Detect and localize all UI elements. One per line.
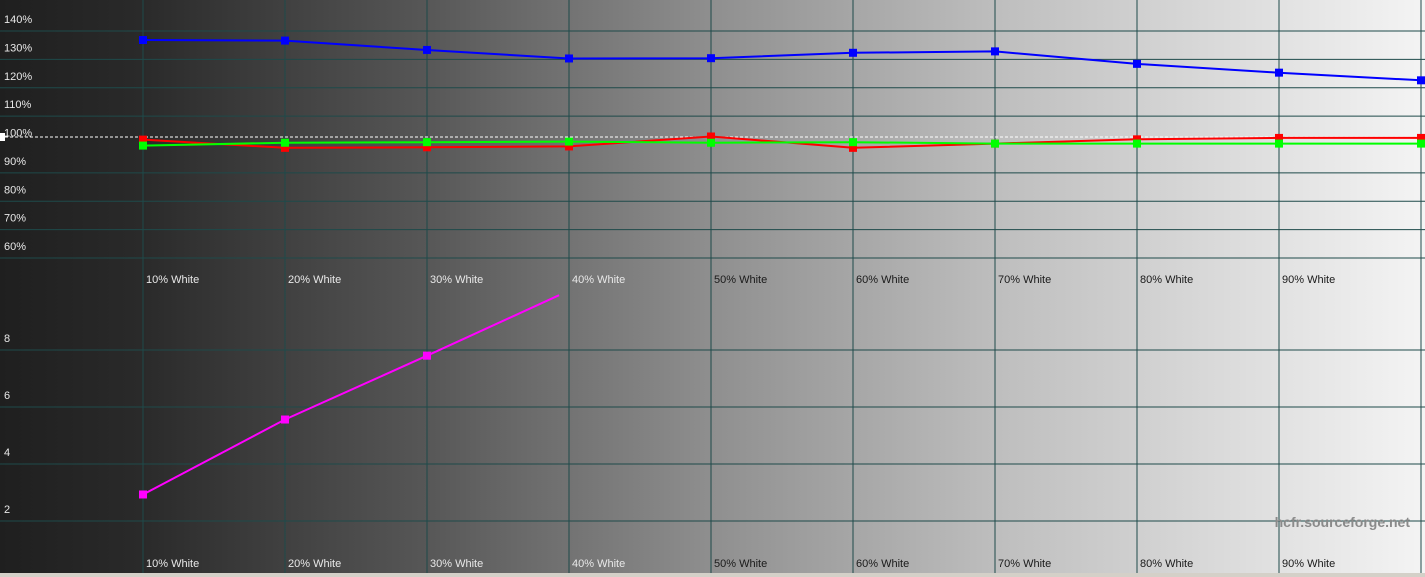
data-point-marker [423,138,431,147]
data-point-marker [707,138,715,147]
y-tick-label: 60% [4,241,26,253]
y-tick-label: 6 [4,390,10,402]
y-tick-label: 4 [4,447,10,459]
y-tick-label: 8 [4,333,10,345]
y-tick-label: 2 [4,504,10,516]
data-point-marker [281,138,289,147]
x-category-label: 80% White [1140,558,1193,570]
data-point-marker [991,47,999,56]
data-point-marker [1133,139,1141,148]
x-category-label: 80% White [1140,274,1193,286]
watermark-text: hcfr.sourceforge.net [1275,514,1411,530]
data-point-marker [991,139,999,148]
x-category-label: 40% White [572,558,625,570]
x-category-label: 60% White [856,274,909,286]
data-point-marker [565,137,573,146]
x-category-label: 50% White [714,274,767,286]
x-category-label: 40% White [572,274,625,286]
bottom-border [0,573,1425,577]
chart-svg: 60% 70% 80% 90% 100% 110% 120% 130% 140% 10% Whit… [0,0,1425,577]
y-tick-label: 90% [4,156,26,168]
y-tick-label: 80% [4,184,26,196]
data-point-marker [281,36,289,45]
data-point-marker [1275,68,1283,77]
x-category-label: 60% White [856,558,909,570]
x-category-label: 50% White [714,558,767,570]
y-tick-label: 110% [4,99,32,111]
chart-background [0,0,1425,573]
data-point-marker [139,141,147,150]
x-category-label: 70% White [998,274,1051,286]
data-point-marker [1133,59,1141,68]
data-point-marker [139,490,147,499]
y-tick-label: 70% [4,213,26,225]
gamma-chart-area: 60% 70% 80% 90% 100% 110% 120% 130% 140% 10% Whit… [0,0,1425,577]
data-point-marker [423,351,431,360]
x-category-label: 90% White [1282,558,1335,570]
y-tick-label: 120% [4,71,32,83]
x-category-label: 90% White [1282,274,1335,286]
y-tick-label: 140% [4,14,32,26]
y-tick-label: 100% [4,128,32,140]
data-point-marker [849,48,857,57]
data-point-marker [849,138,857,147]
x-category-label: 10% White [146,274,199,286]
x-category-label: 20% White [288,558,341,570]
data-point-marker [1417,139,1425,148]
data-point-marker [139,36,147,45]
data-point-marker [1275,139,1283,148]
data-point-marker [707,54,715,63]
x-category-label: 10% White [146,558,199,570]
data-point-marker [1417,76,1425,85]
y-tick-label: 130% [4,42,32,54]
x-category-label: 70% White [998,558,1051,570]
x-category-label: 20% White [288,274,341,286]
data-point-marker [565,54,573,63]
data-point-marker [423,45,431,54]
x-category-label: 30% White [430,558,483,570]
data-point-marker [281,415,289,424]
x-category-label: 30% White [430,274,483,286]
